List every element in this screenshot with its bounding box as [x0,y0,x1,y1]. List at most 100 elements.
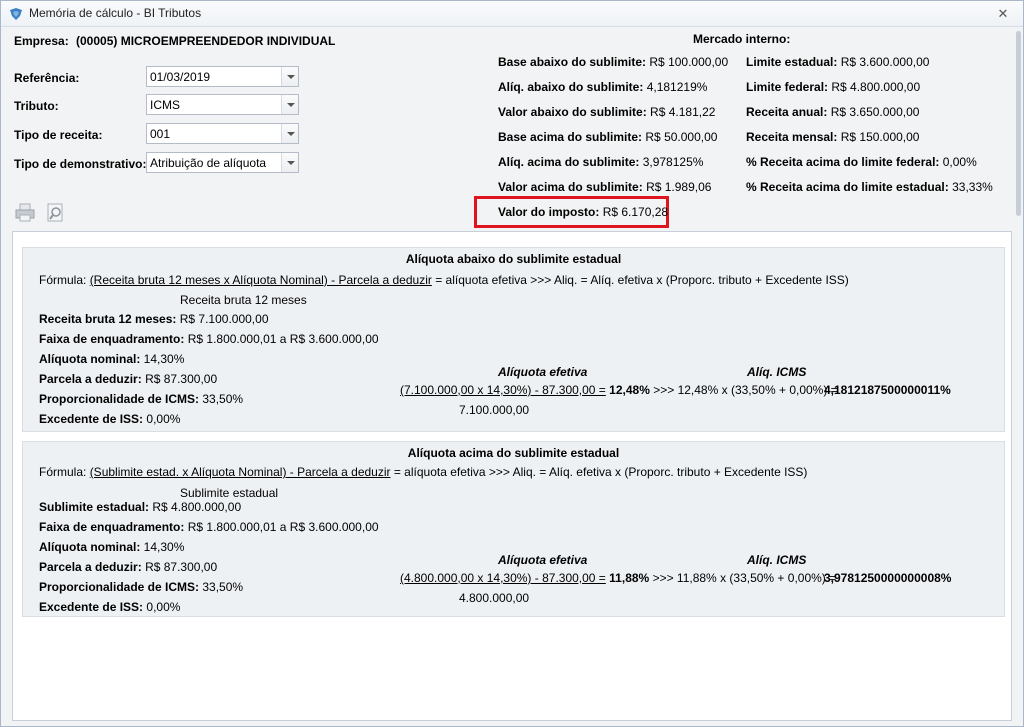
row-label: Receita bruta 12 meses: [39,312,177,326]
row-value: 14,30% [143,352,185,366]
row-label: % Receita acima do limite federal: [746,155,940,169]
formula-numerator: (Receita bruta 12 meses x Alíquota Nomin… [89,273,432,287]
info-row: Valor acima do sublimite: R$ 1.989,06 [498,180,711,194]
row-value: 0,00% [146,600,181,614]
referencia-select[interactable]: 01/03/2019 [146,66,299,87]
row-label: Proporcionalidade de ICMS: [39,392,200,406]
row-label: Limite federal: [746,80,829,94]
row-value: R$ 87.300,00 [145,372,218,386]
info-row: Receita anual: R$ 3.650.000,00 [746,105,919,119]
app-logo-icon [10,8,22,20]
chevron-down-icon[interactable] [281,67,298,86]
row-value: 0,00% [146,412,181,426]
tipo-receita-label: Tipo de receita: [14,128,103,142]
referencia-label: Referência: [14,71,80,85]
row-label: Excedente de ISS: [39,412,144,426]
calc-numerator: (7.100.000,00 x 14,30%) - 87.300,00 = [400,383,606,397]
row-value: R$ 50.000,00 [645,130,718,144]
empresa-label: Empresa: [14,34,69,48]
row-value: 33,50% [202,580,244,594]
formula-line: Fórmula: (Sublimite estad. x Alíquota No… [39,465,807,479]
info-row: Alíquota nominal: 14,30% [39,352,184,366]
print-button[interactable] [13,201,37,224]
calc-icms-result: 4,1812187500000011% [824,383,951,397]
valor-imposto: Valor do imposto: R$ 6.170,28 [498,205,668,219]
info-row: Parcela a deduzir: R$ 87.300,00 [39,560,217,574]
row-label: Limite estadual: [746,55,838,69]
row-label: Faixa de enquadramento: [39,332,185,346]
formula-rest: = alíquota efetiva >>> Aliq. = Alíq. efe… [435,273,849,287]
valor-imposto-value: R$ 6.170,28 [602,205,669,219]
row-value: 4,181219% [646,80,708,94]
referencia-value: 01/03/2019 [150,70,211,84]
tipo-demonstrativo-value: Atribuição de alíquota [150,156,267,170]
memoria-calculo-window: Memória de cálculo - BI Tributos ✕ Empre… [0,0,1024,727]
panel-title: Alíquota acima do sublimite estadual [407,446,620,460]
info-row: Valor abaixo do sublimite: R$ 4.181,22 [498,105,715,119]
aliquota-icms-title: Alíq. ICMS [747,365,807,379]
row-value: R$ 7.100.000,00 [179,312,269,326]
chevron-down-icon[interactable] [281,124,298,143]
calc-denominator: 4.800.000,00 [459,591,530,605]
row-label: Sublimite estadual: [39,500,150,514]
calc-denominator: 7.100.000,00 [459,403,530,417]
panel-abaixo-sublimite: Alíquota abaixo do sublimite estadual Fó… [22,247,1005,432]
calc-result: 11,88% [609,571,650,585]
tributo-value: ICMS [150,98,180,112]
info-row: % Receita acima do limite estadual: 33,3… [746,180,993,194]
close-icon[interactable]: ✕ [995,6,1011,22]
tipo-receita-value: 001 [150,127,171,141]
formula-label: Fórmula: [39,465,87,479]
chevron-down-icon[interactable] [281,153,298,172]
chevron-down-icon[interactable] [281,95,298,114]
info-row: Proporcionalidade de ICMS: 33,50% [39,580,243,594]
row-value: 33,33% [952,180,993,194]
info-row: Base acima do sublimite: R$ 50.000,00 [498,130,717,144]
row-label: Alíq. acima do sublimite: [498,155,640,169]
scrollbar-thumb[interactable] [1016,31,1021,216]
row-label: Base abaixo do sublimite: [498,55,647,69]
row-value: R$ 3.600.000,00 [840,55,930,69]
formula-denominator: Receita bruta 12 meses [180,293,307,307]
row-label: Excedente de ISS: [39,600,144,614]
info-row: Faixa de enquadramento: R$ 1.800.000,01 … [39,332,379,346]
row-value: R$ 4.800.000,00 [831,80,921,94]
row-label: Parcela a deduzir: [39,560,142,574]
panel-title: Alíquota abaixo do sublimite estadual [405,252,622,266]
window-title: Memória de cálculo - BI Tributos [29,6,202,20]
row-value: R$ 1.989,06 [646,180,712,194]
aliquota-efetiva-title: Alíquota efetiva [498,365,588,379]
info-row: Parcela a deduzir: R$ 87.300,00 [39,372,217,386]
row-value: 3,978125% [642,155,704,169]
calculation-content: Alíquota abaixo do sublimite estadual Fó… [12,231,1012,721]
calc-line: (7.100.000,00 x 14,30%) - 87.300,00 = 12… [400,383,838,397]
row-value: R$ 1.800.000,01 a R$ 3.600.000,00 [187,520,379,534]
printer-icon [15,203,35,222]
tributo-label: Tributo: [14,99,59,113]
row-value: R$ 4.181,22 [650,105,716,119]
title-bar: Memória de cálculo - BI Tributos ✕ [1,1,1023,27]
preview-button[interactable] [43,201,67,224]
calc-result: 12,48% [609,383,650,397]
tipo-demonstrativo-select[interactable]: Atribuição de alíquota [146,152,299,173]
formula-label: Fórmula: [39,273,87,287]
tipo-receita-select[interactable]: 001 [146,123,299,144]
row-value: R$ 4.800.000,00 [152,500,242,514]
info-row: Excedente de ISS: 0,00% [39,600,180,614]
info-row: Sublimite estadual: R$ 4.800.000,00 [39,500,241,514]
info-row: Receita mensal: R$ 150.000,00 [746,130,919,144]
row-value: 33,50% [202,392,244,406]
formula-numerator: (Sublimite estad. x Alíquota Nominal) - … [89,465,391,479]
info-row: Limite estadual: R$ 3.600.000,00 [746,55,929,69]
row-label: Faixa de enquadramento: [39,520,185,534]
row-label: Alíquota nominal: [39,352,141,366]
aliquota-efetiva-title: Alíquota efetiva [498,553,588,567]
formula-denominator: Sublimite estadual [180,486,279,500]
info-row: Alíquota nominal: 14,30% [39,540,184,554]
row-value: R$ 3.650.000,00 [830,105,920,119]
row-value: 0,00% [942,155,977,169]
tributo-select[interactable]: ICMS [146,94,299,115]
row-value: R$ 100.000,00 [649,55,729,69]
print-preview-icon [47,203,63,222]
row-label: Valor acima do sublimite: [498,180,643,194]
